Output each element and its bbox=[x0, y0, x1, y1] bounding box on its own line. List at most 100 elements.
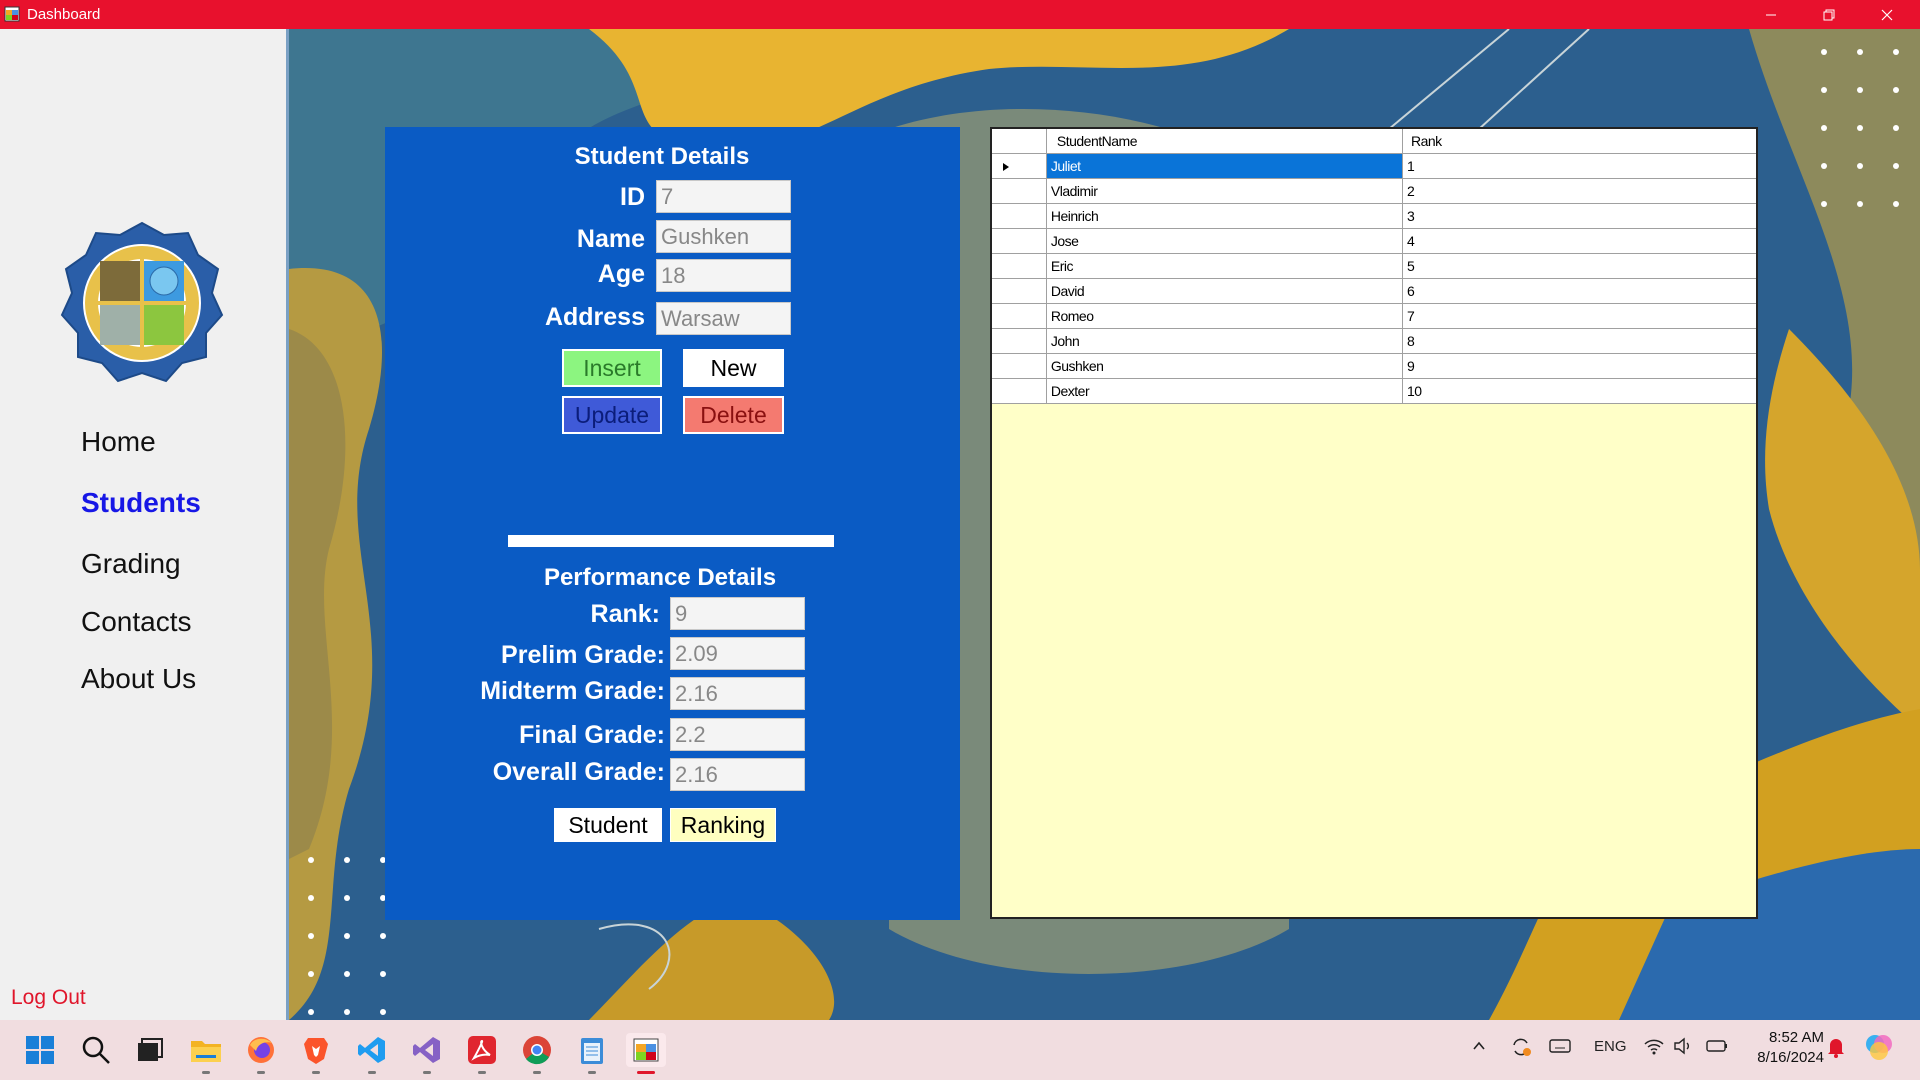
language-indicator[interactable]: ENG bbox=[1594, 1038, 1627, 1055]
overall-grade-field[interactable] bbox=[670, 758, 805, 791]
row-header-cell[interactable] bbox=[992, 328, 1047, 354]
keyboard-icon[interactable] bbox=[1549, 1037, 1571, 1059]
rank-cell[interactable]: 3 bbox=[1402, 203, 1756, 229]
notepad-icon[interactable] bbox=[575, 1033, 609, 1074]
clock[interactable]: 8:52 AM 8/16/2024 bbox=[1734, 1028, 1824, 1068]
final-grade-label: Final Grade: bbox=[519, 721, 665, 749]
search-icon[interactable] bbox=[79, 1033, 113, 1067]
task-view-icon[interactable] bbox=[133, 1033, 167, 1067]
table-row[interactable]: Heinrich 3 bbox=[992, 203, 1756, 229]
sidebar-item-home[interactable]: Home bbox=[81, 426, 156, 458]
close-button[interactable] bbox=[1858, 0, 1916, 29]
student-name-cell[interactable]: Romeo bbox=[1045, 303, 1404, 329]
row-header-cell[interactable] bbox=[992, 278, 1047, 304]
student-name-cell[interactable]: Vladimir bbox=[1045, 178, 1404, 204]
row-header-cell[interactable] bbox=[992, 203, 1047, 229]
battery-icon[interactable] bbox=[1705, 1037, 1729, 1059]
insert-button[interactable]: Insert bbox=[562, 349, 662, 387]
sync-icon[interactable] bbox=[1509, 1035, 1533, 1063]
name-label: Name bbox=[576, 225, 645, 253]
rank-cell[interactable]: 10 bbox=[1402, 378, 1756, 404]
name-field[interactable] bbox=[656, 220, 791, 253]
row-header-cell[interactable] bbox=[992, 228, 1047, 254]
column-header-rank[interactable]: Rank bbox=[1402, 129, 1756, 154]
table-row[interactable]: Gushken 9 bbox=[992, 353, 1756, 379]
student-name-cell[interactable]: Gushken bbox=[1045, 353, 1404, 379]
table-row[interactable]: Eric 5 bbox=[992, 253, 1756, 279]
college-logo bbox=[60, 221, 224, 383]
clock-date: 8/16/2024 bbox=[1757, 1049, 1824, 1066]
notification-bell-icon[interactable] bbox=[1826, 1036, 1846, 1062]
chrome-icon[interactable] bbox=[520, 1033, 554, 1074]
table-row[interactable]: David 6 bbox=[992, 278, 1756, 304]
table-row[interactable]: Jose 4 bbox=[992, 228, 1756, 254]
midterm-grade-label: Midterm Grade: bbox=[480, 677, 665, 705]
wifi-icon[interactable] bbox=[1643, 1037, 1665, 1059]
row-header-cell[interactable] bbox=[992, 303, 1047, 329]
id-field[interactable] bbox=[656, 180, 791, 213]
row-header-cell[interactable] bbox=[992, 178, 1047, 204]
firefox-icon[interactable] bbox=[244, 1033, 278, 1074]
sidebar: Home Students Grading Contacts About Us … bbox=[0, 29, 289, 1020]
final-grade-field[interactable] bbox=[670, 718, 805, 751]
table-row[interactable]: Juliet 1 bbox=[992, 153, 1756, 179]
sidebar-item-grading[interactable]: Grading bbox=[81, 548, 181, 580]
start-icon[interactable] bbox=[23, 1033, 57, 1067]
table-row[interactable]: John 8 bbox=[992, 328, 1756, 354]
student-name-cell[interactable]: John bbox=[1045, 328, 1404, 354]
rank-cell[interactable]: 6 bbox=[1402, 278, 1756, 304]
rank-cell[interactable]: 7 bbox=[1402, 303, 1756, 329]
delete-button[interactable]: Delete bbox=[683, 396, 784, 434]
address-field[interactable] bbox=[656, 302, 791, 335]
restore-button[interactable] bbox=[1800, 0, 1858, 29]
age-field[interactable] bbox=[656, 259, 791, 292]
ranking-view-button[interactable]: Ranking bbox=[670, 808, 776, 842]
student-view-button[interactable]: Student bbox=[554, 808, 662, 842]
midterm-grade-field[interactable] bbox=[670, 677, 805, 710]
rank-cell[interactable]: 4 bbox=[1402, 228, 1756, 254]
brave-icon[interactable] bbox=[299, 1033, 333, 1074]
sidebar-item-students[interactable]: Students bbox=[81, 487, 201, 519]
sidebar-item-about-us[interactable]: About Us bbox=[81, 663, 196, 695]
address-label: Address bbox=[544, 303, 645, 331]
volume-icon[interactable] bbox=[1673, 1037, 1693, 1059]
student-ranking-grid[interactable]: StudentName Rank Juliet 1 Vladimir 2 Heinric… bbox=[990, 127, 1758, 919]
rank-cell[interactable]: 2 bbox=[1402, 178, 1756, 204]
chevron-up-icon[interactable] bbox=[1471, 1038, 1487, 1058]
row-header-cell[interactable] bbox=[992, 378, 1047, 404]
student-name-cell[interactable]: Dexter bbox=[1045, 378, 1404, 404]
minimize-icon bbox=[1766, 14, 1776, 15]
table-row[interactable]: Romeo 7 bbox=[992, 303, 1756, 329]
student-name-cell[interactable]: Eric bbox=[1045, 253, 1404, 279]
copilot-icon[interactable] bbox=[1864, 1032, 1894, 1066]
student-name-cell[interactable]: Jose bbox=[1045, 228, 1404, 254]
prelim-grade-field[interactable] bbox=[670, 637, 805, 670]
minimize-button[interactable] bbox=[1742, 0, 1800, 29]
row-header-cell[interactable] bbox=[992, 153, 1047, 179]
rank-cell[interactable]: 5 bbox=[1402, 253, 1756, 279]
rank-cell[interactable]: 8 bbox=[1402, 328, 1756, 354]
row-header-cell[interactable] bbox=[992, 353, 1047, 379]
rank-cell[interactable]: 1 bbox=[1402, 153, 1756, 179]
clock-time: 8:52 AM bbox=[1768, 1029, 1824, 1046]
file-explorer-icon[interactable] bbox=[189, 1033, 223, 1074]
table-row[interactable]: Vladimir 2 bbox=[992, 178, 1756, 204]
update-button[interactable]: Update bbox=[562, 396, 662, 434]
rank-cell[interactable]: 9 bbox=[1402, 353, 1756, 379]
student-name-cell[interactable]: Juliet bbox=[1045, 153, 1404, 179]
dashboard-app-icon[interactable] bbox=[626, 1033, 666, 1074]
student-name-cell[interactable]: Heinrich bbox=[1045, 203, 1404, 229]
acrobat-icon[interactable] bbox=[465, 1033, 499, 1074]
student-form-panel: Student Details ID Name Age Address Inse… bbox=[385, 127, 960, 920]
table-row[interactable]: Dexter 10 bbox=[992, 378, 1756, 404]
row-header-cell[interactable] bbox=[992, 253, 1047, 279]
rank-field[interactable] bbox=[670, 597, 805, 630]
student-name-cell[interactable]: David bbox=[1045, 278, 1404, 304]
sidebar-item-contacts[interactable]: Contacts bbox=[81, 606, 192, 638]
column-header-studentname[interactable]: StudentName bbox=[1045, 129, 1404, 154]
new-button[interactable]: New bbox=[683, 349, 784, 387]
visual-studio-icon[interactable] bbox=[410, 1033, 444, 1074]
vscode-icon[interactable] bbox=[355, 1033, 389, 1074]
logout-link[interactable]: Log Out bbox=[11, 986, 86, 1010]
close-icon bbox=[1881, 9, 1893, 20]
